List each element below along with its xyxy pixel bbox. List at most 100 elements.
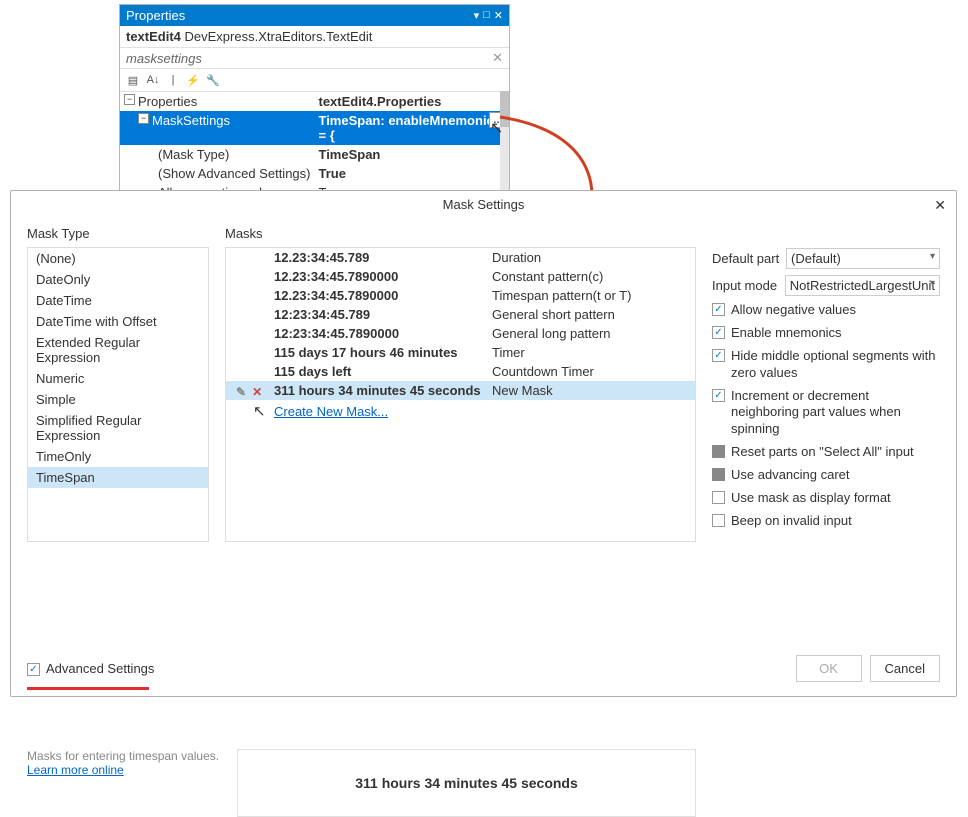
prop-label: MaskSettings bbox=[152, 113, 230, 128]
beep-label: Beep on invalid input bbox=[731, 513, 940, 530]
mask-name: General long pattern bbox=[492, 326, 695, 341]
allowneg-checkbox[interactable]: ✓ bbox=[712, 303, 725, 316]
defaultpart-select[interactable]: (Default) bbox=[786, 248, 940, 269]
events-icon[interactable]: ⚡ bbox=[184, 71, 202, 89]
property-search: ✕ bbox=[120, 48, 509, 69]
masks-row[interactable]: 115 days 17 hours 46 minutesTimer bbox=[226, 343, 695, 362]
beep-checkbox[interactable] bbox=[712, 514, 725, 527]
properties-toolbar-sep: | bbox=[164, 71, 182, 89]
allowneg-label: Allow negative values bbox=[731, 302, 940, 319]
masks-row[interactable]: 115 days leftCountdown Timer bbox=[226, 362, 695, 381]
collapse-icon[interactable]: − bbox=[124, 94, 135, 105]
preview-box: 311 hours 34 minutes 45 seconds bbox=[237, 749, 696, 817]
inputmode-select[interactable]: NotRestrictedLargestUnit bbox=[785, 275, 940, 296]
mask-sample: 115 days 17 hours 46 minutes bbox=[274, 345, 492, 360]
masks-row[interactable]: 12.23:34:45.789Duration bbox=[226, 248, 695, 267]
masktype-item[interactable]: (None) bbox=[28, 248, 208, 269]
masks-row[interactable]: 12:23:34:45.7890000General long pattern bbox=[226, 324, 695, 343]
mask-sample: 12:23:34:45.789 bbox=[274, 307, 492, 322]
masktype-item[interactable]: TimeOnly bbox=[28, 446, 208, 467]
properties-toolbar: ▤ A↓ | ⚡ 🔧 bbox=[120, 69, 509, 92]
advcaret-label: Use advancing caret bbox=[731, 467, 940, 484]
masks-row[interactable]: 12.23:34:45.7890000Timespan pattern(t or… bbox=[226, 286, 695, 305]
collapse-icon[interactable]: − bbox=[138, 113, 149, 124]
prop-row-showadv[interactable]: (Show Advanced Settings) True bbox=[120, 164, 509, 183]
masks-row[interactable]: 12.23:34:45.7890000Constant pattern(c) bbox=[226, 267, 695, 286]
incdec-label: Increment or decrement neighboring part … bbox=[731, 388, 940, 439]
scrollbar-thumb[interactable] bbox=[500, 91, 509, 127]
wrench-icon[interactable]: 🔧 bbox=[204, 71, 222, 89]
prop-row-masktype[interactable]: (Mask Type) TimeSpan bbox=[120, 145, 509, 164]
prop-row-masksettings[interactable]: −MaskSettings TimeSpan: enableMnemonics … bbox=[120, 111, 509, 145]
advsettings-checkbox[interactable]: ✓ bbox=[27, 663, 40, 676]
hint-text: Masks for entering timespan values. Lear… bbox=[27, 749, 219, 777]
defaultpart-label: Default part bbox=[712, 251, 780, 266]
inputmode-label: Input mode bbox=[712, 278, 779, 293]
create-new-mask-link[interactable]: Create New Mask... bbox=[226, 400, 695, 421]
advcaret-checkbox[interactable] bbox=[712, 468, 725, 481]
prop-label: (Show Advanced Settings) bbox=[120, 164, 314, 183]
masktype-item[interactable]: DateOnly bbox=[28, 269, 208, 290]
dialog-title: Mask Settings ✕ bbox=[11, 191, 956, 218]
prop-label: (Mask Type) bbox=[120, 145, 314, 164]
masks-column: Masks 12.23:34:45.789Duration12.23:34:45… bbox=[225, 222, 696, 542]
mask-sample: 12:23:34:45.7890000 bbox=[274, 326, 492, 341]
object-name: textEdit4 bbox=[126, 29, 181, 44]
pin-icon[interactable]: □ bbox=[483, 9, 490, 22]
masktype-item[interactable]: DateTime bbox=[28, 290, 208, 311]
properties-titlebar: Properties ▾ □ ✕ bbox=[120, 5, 509, 26]
dialog-footer: ✓ Advanced Settings OK Cancel bbox=[27, 655, 940, 682]
masks-row[interactable]: 12:23:34:45.789General short pattern bbox=[226, 305, 695, 324]
object-selector[interactable]: textEdit4 DevExpress.XtraEditors.TextEdi… bbox=[120, 26, 509, 48]
prop-value: TimeSpan: enableMnemonics = { bbox=[318, 113, 501, 143]
mask-name: Constant pattern(c) bbox=[492, 269, 695, 284]
cancel-button[interactable]: Cancel bbox=[870, 655, 940, 682]
learn-more-link[interactable]: Learn more online bbox=[27, 763, 124, 777]
masktype-item[interactable]: Extended Regular Expression bbox=[28, 332, 208, 368]
incdec-checkbox[interactable]: ✓ bbox=[712, 389, 725, 402]
mask-sample: 12.23:34:45.7890000 bbox=[274, 269, 492, 284]
prop-row-properties[interactable]: −Properties textEdit4.Properties bbox=[120, 92, 509, 111]
masktype-item[interactable]: Numeric bbox=[28, 368, 208, 389]
masktype-heading: Mask Type bbox=[27, 222, 209, 247]
mask-name: New Mask bbox=[492, 383, 695, 398]
resetparts-checkbox[interactable] bbox=[712, 445, 725, 458]
usemaskdisplay-checkbox[interactable] bbox=[712, 491, 725, 504]
defaultpart-value: (Default) bbox=[791, 251, 841, 266]
masktype-column: Mask Type (None)DateOnlyDateTimeDateTime… bbox=[27, 222, 209, 542]
mask-sample: 12.23:34:45.7890000 bbox=[274, 288, 492, 303]
search-input[interactable] bbox=[126, 51, 492, 66]
masks-row[interactable]: ✎ ✕ 311 hours 34 minutes 45 secondsNew Mas… bbox=[226, 381, 695, 400]
properties-title: Properties bbox=[126, 8, 474, 23]
prop-label: Properties bbox=[138, 94, 197, 109]
clear-search-icon[interactable]: ✕ bbox=[492, 50, 503, 66]
mask-settings-dialog: Mask Settings ✕ Mask Type (None)DateOnly… bbox=[10, 190, 957, 697]
dialog-title-text: Mask Settings bbox=[443, 197, 525, 212]
resetparts-label: Reset parts on "Select All" input bbox=[731, 444, 940, 461]
delete-icon[interactable]: ✕ bbox=[252, 385, 262, 399]
masktype-item[interactable]: Simplified Regular Expression bbox=[28, 410, 208, 446]
masktype-item[interactable]: DateTime with Offset bbox=[28, 311, 208, 332]
mask-sample: 115 days left bbox=[274, 364, 492, 379]
dialog-close-icon[interactable]: ✕ bbox=[934, 197, 946, 214]
close-icon[interactable]: ✕ bbox=[494, 9, 503, 22]
hidemiddle-checkbox[interactable]: ✓ bbox=[712, 349, 725, 362]
edit-icon[interactable]: ✎ bbox=[236, 385, 246, 399]
ok-button[interactable]: OK bbox=[796, 655, 862, 682]
prop-value: TimeSpan bbox=[314, 145, 509, 164]
preview-text: 311 hours 34 minutes 45 seconds bbox=[355, 775, 578, 791]
inputmode-value: NotRestrictedLargestUnit bbox=[790, 278, 935, 293]
categorized-icon[interactable]: ▤ bbox=[124, 71, 142, 89]
dropdown-icon[interactable]: ▾ bbox=[474, 9, 480, 22]
alphabetical-icon[interactable]: A↓ bbox=[144, 71, 162, 89]
options-column: Default part (Default) Input mode NotRes… bbox=[712, 222, 940, 542]
mask-name: Timespan pattern(t or T) bbox=[492, 288, 695, 303]
prop-value: True bbox=[314, 164, 509, 183]
mask-sample: 311 hours 34 minutes 45 seconds bbox=[274, 383, 492, 398]
hidemiddle-label: Hide middle optional segments with zero … bbox=[731, 348, 940, 382]
masktype-item[interactable]: TimeSpan bbox=[28, 467, 208, 488]
advsettings-label: Advanced Settings bbox=[46, 661, 154, 676]
enablemnem-checkbox[interactable]: ✓ bbox=[712, 326, 725, 339]
masktype-item[interactable]: Simple bbox=[28, 389, 208, 410]
masktype-list: (None)DateOnlyDateTimeDateTime with Offs… bbox=[27, 247, 209, 542]
